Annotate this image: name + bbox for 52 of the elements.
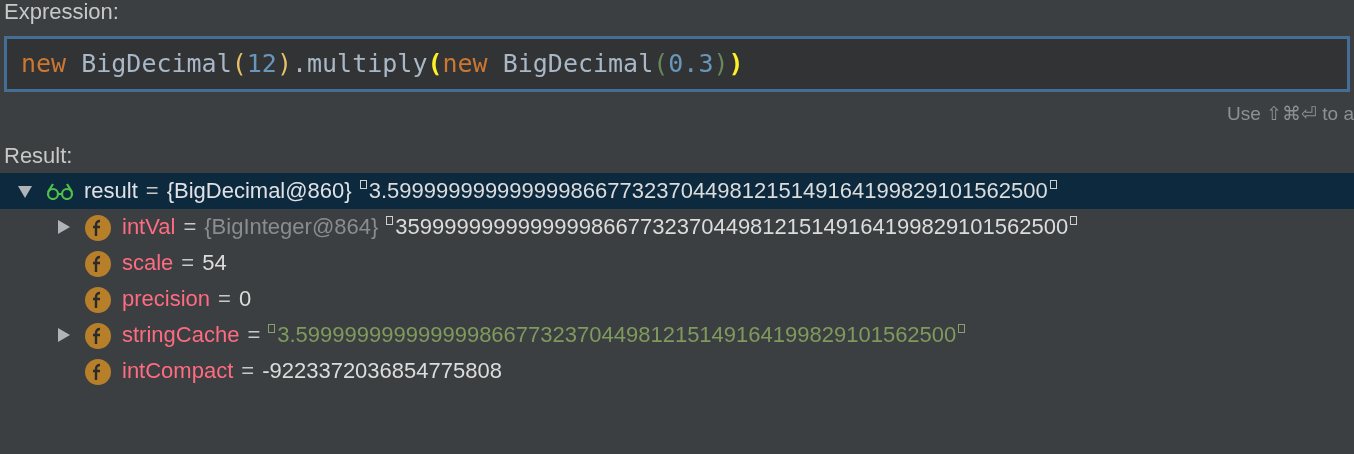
code-token: ) [728,48,744,81]
code-token: new [21,48,67,81]
code-token: new [442,48,488,81]
equals-sign: = [183,213,197,241]
code-token: .multiply [291,48,428,81]
quote-icon [958,324,966,333]
tree-row[interactable]: intVal = {BigInteger@864} 3599999999999999866773237044981215149164199829101562500 [0,208,1354,245]
variable-name: result [84,177,138,205]
code-token: ) [713,48,729,81]
value-text: 0 [238,285,252,313]
tree-row[interactable]: precision = 0 [0,280,1354,317]
object-reference: {BigInteger@864} [204,213,379,241]
variable-name: intCompact [122,357,234,385]
code-token: ) [276,48,292,81]
code-token: BigDecimal [80,48,232,81]
equals-sign: = [145,177,159,205]
equals-sign: = [181,249,195,277]
string-value: 3.599999999999999866773237044981215149164199829101562500 [368,177,1048,205]
tree-row[interactable]: scale = 54 [0,244,1354,281]
collapsed-arrow-icon[interactable] [55,218,71,235]
collapsed-arrow-icon[interactable] [55,326,71,343]
expression-editor[interactable]: new BigDecimal(12).multiply(new BigDecimal(0.3)) [4,36,1350,92]
equals-sign: = [218,285,231,313]
glasses-icon [45,181,75,200]
code-token: ( [231,48,247,81]
equals-sign: = [241,357,255,385]
tree-row[interactable]: intCompact = -9223372036854775808 [0,352,1354,389]
variable-name: stringCache [122,321,240,349]
variable-name: precision [122,285,211,313]
string-value: 3.599999999999999866773237044981215149164199829101562500 [277,321,957,349]
code-token: 12 [246,48,277,81]
variable-name: intVal [122,213,176,241]
string-value: 3599999999999999866773237044981215149164199829101562500 [395,213,1069,241]
result-label: Result: [3,142,74,169]
code-token: ( [427,48,443,81]
code-token: ( [653,48,669,81]
expression-label: Expression: [3,0,120,24]
value-text: -9223372036854775808 [262,357,502,385]
value-text: 54 [202,249,227,277]
equals-sign: = [247,321,261,349]
code-token: 0.3 [668,48,714,81]
quote-icon [1070,216,1078,225]
code-token: BigDecimal [501,48,654,81]
shortcut-hint: Use ⇧⌘⏎ to a [1226,102,1354,126]
object-reference: {BigDecimal@860} [166,177,352,205]
quote-icon [386,216,394,225]
quote-icon [268,324,276,333]
quote-icon [359,180,367,189]
variable-name: scale [122,249,174,277]
tree-row[interactable]: result = {BigDecimal@860} 3.599999999999999866773237044981215149164199829101562500 [0,172,1354,209]
quote-icon [1049,180,1057,189]
tree-row[interactable]: stringCache = 3.599999999999999866773237044981215149164199829101562500 [0,316,1354,353]
